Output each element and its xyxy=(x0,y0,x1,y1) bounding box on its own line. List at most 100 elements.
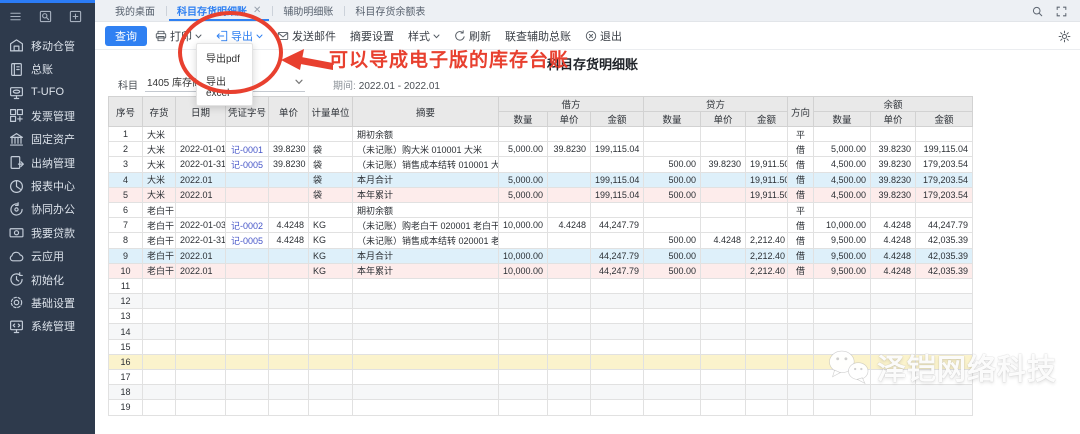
table-cell xyxy=(548,294,591,309)
sidebar-item-invoice-mgmt[interactable]: 发票管理 xyxy=(0,104,95,127)
toolbar-summary-settings-button[interactable]: 摘要设置 xyxy=(350,28,394,44)
table-cell: 借 xyxy=(788,218,814,233)
query-button[interactable]: 查询 xyxy=(105,26,147,46)
sidebar-item-general-ledger[interactable]: 总账 xyxy=(0,57,95,80)
table-row[interactable]: 5大米2022.01袋本年累计5,000.00199,115.04500.001… xyxy=(109,187,973,202)
sidebar-item-cashier-mgmt[interactable]: 出纳管理 xyxy=(0,151,95,174)
toolbar-exit-button[interactable]: 退出 xyxy=(585,28,622,44)
table-cell xyxy=(814,370,871,385)
table-cell xyxy=(143,354,176,369)
sidebar-item-collab-office[interactable]: 协同办公 xyxy=(0,198,95,221)
table-row[interactable]: 8老白干2022-01-31记-00054.4248KG（未记账）销售成本结转 … xyxy=(109,233,973,248)
table-row[interactable]: 3大米2022-01-31记-000539.8230袋（未记账）销售成本结转 0… xyxy=(109,157,973,172)
table-row[interactable]: 19 xyxy=(109,400,973,415)
table-cell: 2022.01 xyxy=(176,187,226,202)
table-row[interactable]: 6老白干期初余额平 xyxy=(109,202,973,217)
table-cell xyxy=(814,202,871,217)
table-cell: 5,000.00 xyxy=(499,172,548,187)
toolbar-refresh-button[interactable]: 刷新 xyxy=(454,28,491,44)
table-cell xyxy=(269,187,309,202)
general-ledger-icon xyxy=(9,62,24,77)
hamburger-icon[interactable] xyxy=(9,10,22,23)
table-row[interactable]: 7老白干2022-01-03记-00024.4248KG（未记账）购老白干 02… xyxy=(109,218,973,233)
table-cell xyxy=(548,370,591,385)
table-cell: 179,203.54 xyxy=(916,157,973,172)
table-cell xyxy=(871,202,916,217)
table-cell xyxy=(701,324,746,339)
exit-icon xyxy=(585,30,597,42)
table-row[interactable]: 9老白干2022.01KG本月合计10,000.0044,247.79500.0… xyxy=(109,248,973,263)
toolbar-send-mail-button[interactable]: 发送邮件 xyxy=(277,28,336,44)
tab-close-icon[interactable]: ✕ xyxy=(253,5,261,16)
export-menu-item[interactable]: 导出excel xyxy=(197,69,252,103)
table-cell: 2022.01 xyxy=(176,248,226,263)
send-mail-icon xyxy=(277,30,289,42)
table-cell xyxy=(143,309,176,324)
sidebar-item-report-center[interactable]: 报表中心 xyxy=(0,174,95,197)
table-row[interactable]: 1大米期初余额平 xyxy=(109,127,973,142)
table-cell: 记-0001 xyxy=(226,142,269,157)
table-row[interactable]: 17 xyxy=(109,370,973,385)
toolbar-style-button[interactable]: 样式 xyxy=(408,28,440,44)
toolbar-linked-aux-ledger-button[interactable]: 联查辅助总账 xyxy=(505,28,571,44)
table-cell xyxy=(143,324,176,339)
sub-col-header: 单价 xyxy=(548,112,591,127)
search-icon[interactable] xyxy=(1032,6,1043,17)
toolbar-export-button[interactable]: 导出 xyxy=(216,28,263,44)
tab-0[interactable]: 我的桌面 xyxy=(104,0,166,21)
table-cell: 11 xyxy=(109,278,143,293)
table-cell xyxy=(746,354,788,369)
table-cell xyxy=(916,127,973,142)
table-row[interactable]: 14 xyxy=(109,324,973,339)
doc-search-icon[interactable] xyxy=(39,10,52,23)
table-row[interactable]: 4大米2022.01袋本月合计5,000.00199,115.04500.001… xyxy=(109,172,973,187)
table-cell xyxy=(269,370,309,385)
tab-2[interactable]: 辅助明细账 xyxy=(272,0,344,21)
table-cell xyxy=(309,354,353,369)
sidebar-item-t-ufo[interactable]: T-UFO xyxy=(0,81,95,104)
table-cell xyxy=(226,385,269,400)
sidebar-header xyxy=(0,3,95,29)
table-cell: 本年累计 xyxy=(353,187,499,202)
sidebar-item-fixed-assets[interactable]: 固定资产 xyxy=(0,128,95,151)
ledger-table-container: 序号存货日期凭证字号单价计量单位摘要借方贷方方向余额数量单价金额数量单价金额数量… xyxy=(108,96,973,416)
fullscreen-icon[interactable] xyxy=(1056,6,1067,17)
sidebar-item-label: 固定资产 xyxy=(31,131,75,147)
sub-col-header: 金额 xyxy=(746,112,788,127)
table-cell: 199,115.04 xyxy=(591,142,644,157)
table-cell: 大米 xyxy=(143,157,176,172)
gear-icon[interactable] xyxy=(1058,30,1071,48)
sidebar-item-loan[interactable]: 我要贷款 xyxy=(0,221,95,244)
col-header: 序号 xyxy=(109,97,143,127)
table-cell: 4.4248 xyxy=(269,233,309,248)
sidebar-item-initialization[interactable]: 初始化 xyxy=(0,268,95,291)
tab-1[interactable]: 科目存货明细账✕ xyxy=(166,0,272,21)
table-cell: 39.8230 xyxy=(871,172,916,187)
table-row[interactable]: 10老白干2022.01KG本年累计10,000.0044,247.79500.… xyxy=(109,263,973,278)
table-cell: 500.00 xyxy=(644,187,701,202)
sidebar-item-basic-settings[interactable]: 基础设置 xyxy=(0,291,95,314)
table-cell: 借 xyxy=(788,157,814,172)
new-window-icon[interactable] xyxy=(69,10,82,23)
table-row[interactable]: 13 xyxy=(109,309,973,324)
table-cell xyxy=(309,339,353,354)
table-row[interactable]: 16 xyxy=(109,354,973,369)
toolbar-print-button[interactable]: 打印 xyxy=(155,28,202,44)
table-cell xyxy=(746,142,788,157)
tab-3[interactable]: 科目存货余额表 xyxy=(344,0,436,21)
sidebar-item-cloud-apps[interactable]: 云应用 xyxy=(0,245,95,268)
sidebar-item-system-mgmt[interactable]: 系统管理 xyxy=(0,315,95,338)
table-row[interactable]: 15 xyxy=(109,339,973,354)
table-cell xyxy=(353,339,499,354)
chevron-down-icon xyxy=(195,34,202,39)
sidebar-item-mobile-warehouse[interactable]: 移动仓管 xyxy=(0,34,95,57)
export-menu-item[interactable]: 导出pdf xyxy=(197,46,252,69)
table-cell xyxy=(788,400,814,415)
table-cell xyxy=(701,142,746,157)
table-cell xyxy=(871,309,916,324)
table-row[interactable]: 2大米2022-01-01记-000139.8230袋（未记账）购大米 0100… xyxy=(109,142,973,157)
table-cell: 袋 xyxy=(309,157,353,172)
table-row[interactable]: 18 xyxy=(109,385,973,400)
table-row[interactable]: 11 xyxy=(109,278,973,293)
table-row[interactable]: 12 xyxy=(109,294,973,309)
